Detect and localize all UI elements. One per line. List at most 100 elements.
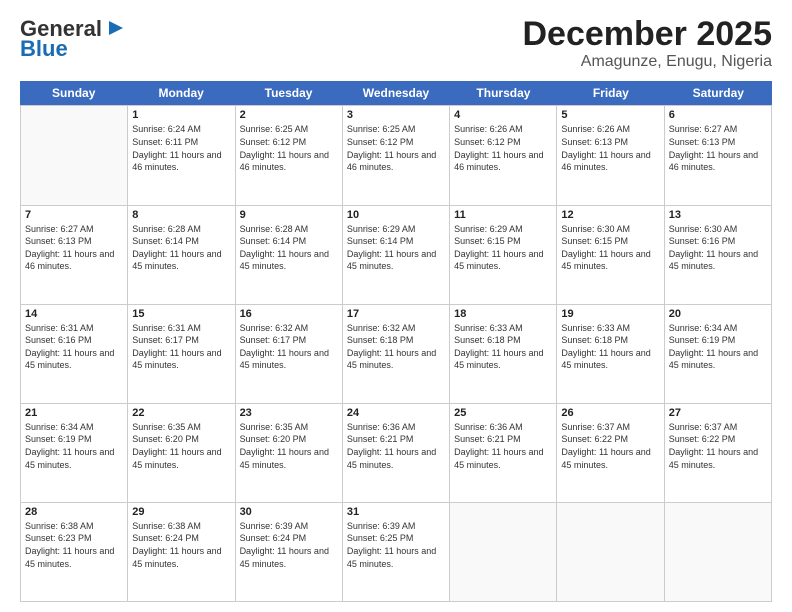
sunset-text: Sunset: 6:18 PM [347, 335, 414, 345]
day-number: 15 [132, 308, 230, 320]
daylight-text: Daylight: 11 hours and 46 minutes. [561, 150, 650, 173]
day-number: 5 [561, 109, 659, 121]
daylight-text: Daylight: 11 hours and 45 minutes. [669, 447, 758, 470]
cell-info: Sunrise: 6:25 AMSunset: 6:12 PMDaylight:… [240, 123, 338, 173]
cell-info: Sunrise: 6:28 AMSunset: 6:14 PMDaylight:… [240, 223, 338, 273]
daylight-text: Daylight: 11 hours and 45 minutes. [454, 249, 543, 272]
calendar-cell: 19Sunrise: 6:33 AMSunset: 6:18 PMDayligh… [557, 305, 664, 403]
sunset-text: Sunset: 6:20 PM [240, 434, 307, 444]
sunset-text: Sunset: 6:14 PM [240, 236, 307, 246]
calendar-cell: 18Sunrise: 6:33 AMSunset: 6:18 PMDayligh… [450, 305, 557, 403]
weekday-header-saturday: Saturday [665, 81, 772, 105]
weekday-header-thursday: Thursday [450, 81, 557, 105]
cell-info: Sunrise: 6:29 AMSunset: 6:15 PMDaylight:… [454, 223, 552, 273]
daylight-text: Daylight: 11 hours and 46 minutes. [454, 150, 543, 173]
calendar-header: SundayMondayTuesdayWednesdayThursdayFrid… [20, 81, 772, 105]
daylight-text: Daylight: 11 hours and 45 minutes. [347, 249, 436, 272]
sunset-text: Sunset: 6:25 PM [347, 533, 414, 543]
calendar-cell: 27Sunrise: 6:37 AMSunset: 6:22 PMDayligh… [665, 404, 772, 502]
cell-info: Sunrise: 6:32 AMSunset: 6:18 PMDaylight:… [347, 322, 445, 372]
sunset-text: Sunset: 6:17 PM [240, 335, 307, 345]
cell-info: Sunrise: 6:33 AMSunset: 6:18 PMDaylight:… [561, 322, 659, 372]
calendar-cell: 13Sunrise: 6:30 AMSunset: 6:16 PMDayligh… [665, 206, 772, 304]
daylight-text: Daylight: 11 hours and 45 minutes. [132, 348, 221, 371]
sunrise-text: Sunrise: 6:34 AM [669, 323, 738, 333]
cell-info: Sunrise: 6:34 AMSunset: 6:19 PMDaylight:… [25, 421, 123, 471]
calendar-cell: 31Sunrise: 6:39 AMSunset: 6:25 PMDayligh… [343, 503, 450, 601]
calendar-body: 1Sunrise: 6:24 AMSunset: 6:11 PMDaylight… [20, 105, 772, 602]
sunrise-text: Sunrise: 6:27 AM [669, 124, 738, 134]
calendar-cell: 3Sunrise: 6:25 AMSunset: 6:12 PMDaylight… [343, 106, 450, 204]
sunset-text: Sunset: 6:24 PM [240, 533, 307, 543]
day-number: 22 [132, 407, 230, 419]
month-title: December 2025 [522, 16, 772, 53]
logo-flag-icon [105, 17, 127, 39]
calendar-cell: 4Sunrise: 6:26 AMSunset: 6:12 PMDaylight… [450, 106, 557, 204]
daylight-text: Daylight: 11 hours and 46 minutes. [669, 150, 758, 173]
cell-info: Sunrise: 6:35 AMSunset: 6:20 PMDaylight:… [132, 421, 230, 471]
calendar-row-1: 1Sunrise: 6:24 AMSunset: 6:11 PMDaylight… [21, 105, 772, 204]
daylight-text: Daylight: 11 hours and 45 minutes. [347, 447, 436, 470]
calendar-cell: 17Sunrise: 6:32 AMSunset: 6:18 PMDayligh… [343, 305, 450, 403]
cell-info: Sunrise: 6:36 AMSunset: 6:21 PMDaylight:… [347, 421, 445, 471]
day-number: 17 [347, 308, 445, 320]
daylight-text: Daylight: 11 hours and 45 minutes. [25, 447, 114, 470]
sunrise-text: Sunrise: 6:31 AM [132, 323, 201, 333]
cell-info: Sunrise: 6:37 AMSunset: 6:22 PMDaylight:… [561, 421, 659, 471]
sunrise-text: Sunrise: 6:24 AM [132, 124, 201, 134]
daylight-text: Daylight: 11 hours and 46 minutes. [25, 249, 114, 272]
day-number: 1 [132, 109, 230, 121]
cell-info: Sunrise: 6:30 AMSunset: 6:15 PMDaylight:… [561, 223, 659, 273]
weekday-header-wednesday: Wednesday [342, 81, 449, 105]
header: General Blue December 2025 Amagunze, Enu… [20, 16, 772, 71]
weekday-header-sunday: Sunday [20, 81, 127, 105]
daylight-text: Daylight: 11 hours and 45 minutes. [454, 447, 543, 470]
calendar-cell: 14Sunrise: 6:31 AMSunset: 6:16 PMDayligh… [21, 305, 128, 403]
weekday-header-tuesday: Tuesday [235, 81, 342, 105]
calendar-row-5: 28Sunrise: 6:38 AMSunset: 6:23 PMDayligh… [21, 502, 772, 601]
sunrise-text: Sunrise: 6:38 AM [132, 521, 201, 531]
daylight-text: Daylight: 11 hours and 46 minutes. [240, 150, 329, 173]
cell-info: Sunrise: 6:28 AM Sunset: 6:14 PM Daylight:… [132, 223, 230, 273]
daylight-text: Daylight: 11 hours and 45 minutes. [132, 249, 221, 272]
sunrise-text: Sunrise: 6:36 AM [347, 422, 416, 432]
day-number: 10 [347, 209, 445, 221]
sunset-text: Sunset: 6:16 PM [25, 335, 92, 345]
calendar-cell: 7Sunrise: 6:27 AMSunset: 6:13 PMDaylight… [21, 206, 128, 304]
sunrise-text: Sunrise: 6:35 AM [240, 422, 309, 432]
sunrise-text: Sunrise: 6:25 AM [347, 124, 416, 134]
day-number: 8 [132, 209, 230, 221]
cell-info: Sunrise: 6:27 AM Sunset: 6:13 PM Daylight:… [669, 123, 767, 173]
sunrise-text: Sunrise: 6:30 AM [669, 224, 738, 234]
sunrise-text: Sunrise: 6:34 AM [25, 422, 94, 432]
sunset-text: Sunset: 6:21 PM [454, 434, 521, 444]
sunrise-text: Sunrise: 6:33 AM [454, 323, 523, 333]
calendar-cell: 12Sunrise: 6:30 AMSunset: 6:15 PMDayligh… [557, 206, 664, 304]
sunset-text: Sunset: 6:13 PM [669, 137, 736, 147]
cell-info: Sunrise: 6:30 AMSunset: 6:16 PMDaylight:… [669, 223, 767, 273]
logo-blue-text: Blue [20, 36, 68, 62]
sunrise-text: Sunrise: 6:33 AM [561, 323, 630, 333]
sunset-text: Sunset: 6:17 PM [132, 335, 199, 345]
calendar-cell [21, 106, 128, 204]
day-number: 28 [25, 506, 123, 518]
sunrise-text: Sunrise: 6:28 AM [132, 224, 201, 234]
calendar-cell: 23Sunrise: 6:35 AMSunset: 6:20 PMDayligh… [236, 404, 343, 502]
daylight-text: Daylight: 11 hours and 46 minutes. [132, 150, 221, 173]
cell-info: Sunrise: 6:31 AMSunset: 6:16 PMDaylight:… [25, 322, 123, 372]
day-number: 24 [347, 407, 445, 419]
calendar-cell: 16Sunrise: 6:32 AMSunset: 6:17 PMDayligh… [236, 305, 343, 403]
cell-info: Sunrise: 6:35 AMSunset: 6:20 PMDaylight:… [240, 421, 338, 471]
calendar-cell: 21Sunrise: 6:34 AMSunset: 6:19 PMDayligh… [21, 404, 128, 502]
calendar-row-3: 14Sunrise: 6:31 AMSunset: 6:16 PMDayligh… [21, 304, 772, 403]
sunrise-text: Sunrise: 6:32 AM [347, 323, 416, 333]
cell-info: Sunrise: 6:31 AM Sunset: 6:17 PM Daylight:… [132, 322, 230, 372]
daylight-text: Daylight: 11 hours and 45 minutes. [132, 546, 221, 569]
day-number: 20 [669, 308, 767, 320]
day-number: 30 [240, 506, 338, 518]
sunset-text: Sunset: 6:14 PM [132, 236, 199, 246]
daylight-text: Daylight: 11 hours and 45 minutes. [240, 348, 329, 371]
sunset-text: Sunset: 6:15 PM [561, 236, 628, 246]
daylight-text: Daylight: 11 hours and 45 minutes. [669, 348, 758, 371]
sunrise-text: Sunrise: 6:29 AM [454, 224, 523, 234]
